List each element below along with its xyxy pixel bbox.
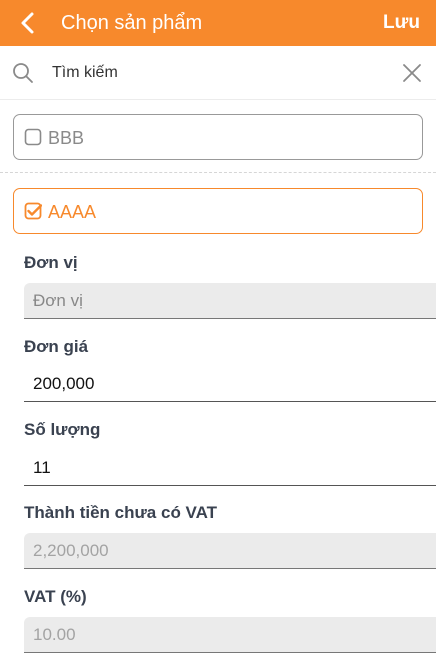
quantity-value: 11 [33, 458, 51, 477]
search-icon [13, 63, 33, 83]
price-label: Đơn giá [24, 337, 89, 356]
product-option-aaaa[interactable]: AAAA [13, 188, 423, 234]
vat-value: 10.00 [33, 625, 76, 644]
divider [0, 172, 436, 173]
search-bar [0, 46, 436, 100]
page-title: Chọn sản phẩm [61, 12, 203, 34]
product-option-bbb[interactable]: BBB [13, 114, 423, 160]
search-input[interactable] [52, 60, 382, 86]
back-button[interactable] [16, 10, 42, 36]
chevron-left-icon [21, 12, 34, 34]
subtotal-value: 2,200,000 [33, 541, 109, 560]
product-option-label: AAAA [48, 202, 97, 222]
unit-field[interactable]: Đơn vị [24, 283, 436, 319]
unit-value: Đơn vị [33, 291, 83, 310]
vat-field[interactable]: 10.00 [24, 617, 436, 653]
checkbox-checked-icon[interactable] [24, 202, 42, 220]
price-value: 200,000 [33, 374, 95, 393]
vat-label: VAT (%) [24, 587, 87, 606]
price-field[interactable]: 200,000 [24, 366, 436, 402]
quantity-field[interactable]: 11 [24, 450, 436, 486]
close-icon[interactable] [400, 61, 424, 85]
save-button[interactable]: Lưu [383, 11, 420, 35]
subtotal-field[interactable]: 2,200,000 [24, 533, 436, 569]
app-header: Chọn sản phẩm Lưu [0, 0, 436, 46]
product-option-label: BBB [48, 128, 85, 148]
checkbox-unchecked-icon[interactable] [24, 128, 42, 146]
quantity-label: Số lượng [24, 420, 101, 439]
subtotal-label: Thành tiền chưa có VAT [24, 503, 218, 522]
unit-label: Đơn vị [24, 253, 78, 272]
